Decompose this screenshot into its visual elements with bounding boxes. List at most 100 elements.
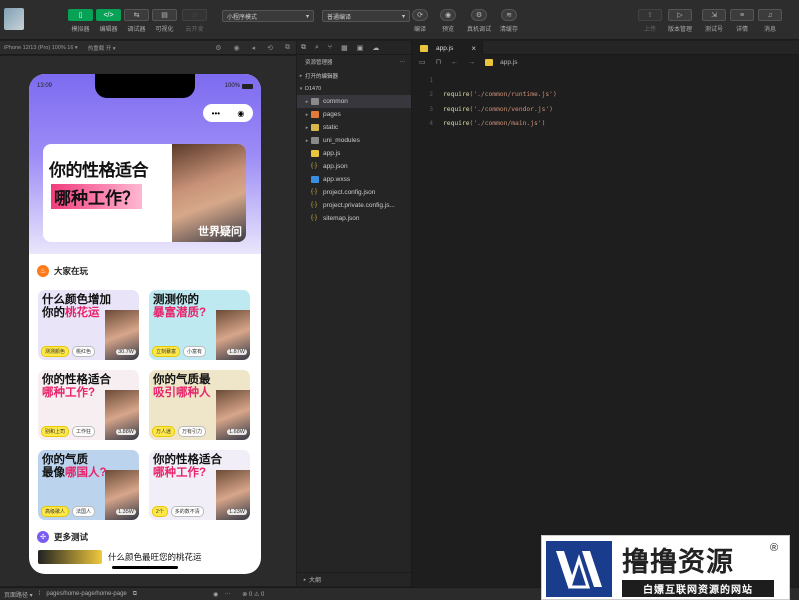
play-count: 3.88W <box>116 428 136 435</box>
file-tree-item[interactable]: app.wxss <box>297 173 411 186</box>
quiz-card[interactable]: 你的气质 最像哪国人? 高级歌人 法国人 1.35W <box>38 450 139 520</box>
file-tree-item[interactable]: ▸ uni_modules <box>297 134 411 147</box>
error-count[interactable]: ⊗ 0 ⚠ 0 <box>242 591 264 598</box>
card-title-highlight: 哪种工作? <box>42 387 96 399</box>
breadcrumb-file-name: app.js <box>500 58 518 66</box>
compile-button[interactable]: ⟳ 编译 <box>412 9 428 33</box>
copy-icon[interactable]: ⧉ <box>285 44 290 52</box>
more-icon[interactable]: ··· <box>224 591 230 597</box>
eye-icon: ◉ <box>440 9 456 21</box>
status-time: 13:09 <box>37 83 53 89</box>
file-tree-item[interactable]: {·} sitemap.json <box>297 212 411 225</box>
file-tree-item[interactable]: {·} project.config.json <box>297 186 411 199</box>
file-tree-item[interactable]: ▸ common <box>297 95 411 108</box>
debug-icon: ⇆ <box>124 9 149 21</box>
details-button[interactable]: ≡ 详情 <box>730 9 754 33</box>
files-icon[interactable]: ⧉ <box>301 44 306 52</box>
forward-arrow-icon[interactable]: → <box>468 59 475 66</box>
folder-icon <box>311 111 319 118</box>
editor-toggle[interactable]: </> 编辑器 <box>96 9 121 33</box>
folder-icon <box>311 98 319 105</box>
play-count: 1.23W <box>227 508 247 515</box>
record-icon[interactable]: ◉ <box>234 44 240 52</box>
explorer-menu-icon[interactable]: ··· <box>400 59 406 65</box>
tag: 高级歌人 <box>41 506 70 517</box>
device-select[interactable]: iPhone 12/13 (Pro) 100% 16 ▾ <box>4 45 78 51</box>
banner-line1: 你的性格适合 <box>49 161 149 180</box>
battery-text: 100% <box>224 83 240 89</box>
card-title: 什么颜色增加 你的桃花运 <box>42 294 111 320</box>
banner[interactable]: 你的性格适合 哪种工作？ 世界疑问 <box>43 144 246 242</box>
file-name: common <box>323 98 348 105</box>
upload-button[interactable]: ⇧ 上传 <box>638 9 662 33</box>
quiz-card[interactable]: 测测你的 暴富潜质? 立刻暴富 小富有 1.87W <box>149 290 250 360</box>
simulator-toggle[interactable]: ▯ 模拟器 <box>68 9 93 33</box>
tag: 万有引力 <box>178 426 207 437</box>
test-account-button[interactable]: ⇲ 测试号 <box>702 9 726 33</box>
copy-icon[interactable]: ⧉ <box>133 591 137 598</box>
eye-icon[interactable]: ◉ <box>213 591 218 598</box>
quiz-card[interactable]: 你的气质最 吸引哪种人 万人迷 万有引力 1.68W <box>149 370 250 440</box>
gear-icon[interactable]: ⚙ <box>215 44 221 52</box>
tab-app-js[interactable]: app.js × <box>413 41 483 55</box>
card-tags: 2个 多的数不清 1.23W <box>152 506 247 517</box>
code-string: ('./common/vendor.js') <box>469 105 553 113</box>
user-avatar[interactable] <box>4 8 24 30</box>
compile-select[interactable]: 普通编译 ▾ <box>322 10 410 22</box>
open-editors-row[interactable]: ▸ 打开的编辑器 <box>297 69 411 82</box>
debugger-toggle[interactable]: ⇆ 调试器 <box>124 9 149 33</box>
more-dots-icon[interactable]: ••• <box>212 109 220 118</box>
rotate-icon[interactable]: ⟲ <box>267 44 273 52</box>
page-path: pages/home-page/home-page <box>46 591 127 597</box>
search-icon[interactable]: ⌕ <box>315 44 319 52</box>
file-tree-item[interactable]: ▸ static <box>297 121 411 134</box>
quiz-card[interactable]: 你的性格适合 哪种工作? 别和上司 工作狂 3.88W <box>38 370 139 440</box>
file-name: project.private.config.js... <box>323 202 395 209</box>
explorer-header: 资源管理器 ··· <box>297 55 411 69</box>
chevron-right-icon: ▸ <box>305 111 309 118</box>
quiz-card[interactable]: 什么颜色增加 你的桃花运 测测颜色 桃红色 30.7W <box>38 290 139 360</box>
refresh-icon: ⟳ <box>412 9 428 21</box>
debug-panel-icon[interactable]: ▣ <box>357 44 364 52</box>
page-path-select[interactable]: 页面路径 ▾ <box>4 590 33 599</box>
back-arrow-icon[interactable]: ← <box>451 59 458 66</box>
clear-cache-label: 清缓存 <box>500 27 519 33</box>
close-circle-icon[interactable]: ◉ <box>237 109 244 118</box>
cloud-toggle[interactable]: ◌ 云开发 <box>182 9 207 33</box>
json-file-icon: {·} <box>311 202 318 208</box>
quiz-card[interactable]: 你的性格适合 哪种工作? 2个 多的数不清 1.23W <box>149 450 250 520</box>
messages-button[interactable]: ♫ 消息 <box>758 9 782 33</box>
outline-panel[interactable]: ▸ 大纲 <box>297 572 412 586</box>
visual-toggle[interactable]: ▤ 可视化 <box>152 9 177 33</box>
preview-button[interactable]: ◉ 预览 <box>440 9 456 33</box>
device-debug-button[interactable]: ⚙ 真机调试 <box>467 9 491 33</box>
bookmark-icon[interactable]: ⊓ <box>436 58 441 66</box>
code-area[interactable]: 1 2 require ('./common/runtime.js') 3 require… <box>413 73 557 131</box>
file-tree-item[interactable]: {·} app.json <box>297 160 411 173</box>
hotreload-select[interactable]: 热重载 开 ▾ <box>88 44 116 52</box>
clear-cache-button[interactable]: ≋ 清缓存 <box>500 9 518 33</box>
tag: 法国人 <box>72 506 96 517</box>
file-tree-item[interactable]: ▸ pages <box>297 108 411 121</box>
js-file-icon <box>311 150 319 157</box>
mode-select[interactable]: 小程序模式 ▾ <box>222 10 314 22</box>
file-tree-item[interactable]: app.js <box>297 147 411 160</box>
simulator-bar: iPhone 12/13 (Pro) 100% 16 ▾ 热重载 开 ▾ ⚙ ◉… <box>0 41 296 55</box>
tag: 万人迷 <box>152 426 176 437</box>
file-tree-item[interactable]: {·} project.private.config.js... <box>297 199 411 212</box>
card-title-a: 你的气质 <box>42 454 88 466</box>
breadcrumb-file[interactable]: app.js <box>485 58 518 66</box>
project-row[interactable]: ▾ D1470 <box>297 82 411 95</box>
file-tree: ▸ common ▸ pages ▸ static ▸ uni_modules app.js {·… <box>297 95 411 225</box>
cloud-icon[interactable]: ☁ <box>372 44 379 52</box>
list-item[interactable]: 什么颜色最旺您的桃花运 <box>38 550 202 564</box>
js-file-icon <box>485 58 494 66</box>
version-button[interactable]: ▷ 版本管理 <box>668 9 692 33</box>
split-icon[interactable]: ▭ <box>419 58 426 66</box>
close-icon[interactable]: × <box>471 44 476 53</box>
volume-icon[interactable]: ◂ <box>252 44 256 52</box>
top-toolbar: ▯ 模拟器 </> 编辑器 ⇆ 调试器 ▤ 可视化 ◌ 云开发 小程序模式 ▾ … <box>0 0 799 40</box>
source-control-icon[interactable]: ⑂ <box>328 44 332 51</box>
extensions-icon[interactable]: ▦ <box>341 44 348 52</box>
tag: 2个 <box>152 506 168 517</box>
